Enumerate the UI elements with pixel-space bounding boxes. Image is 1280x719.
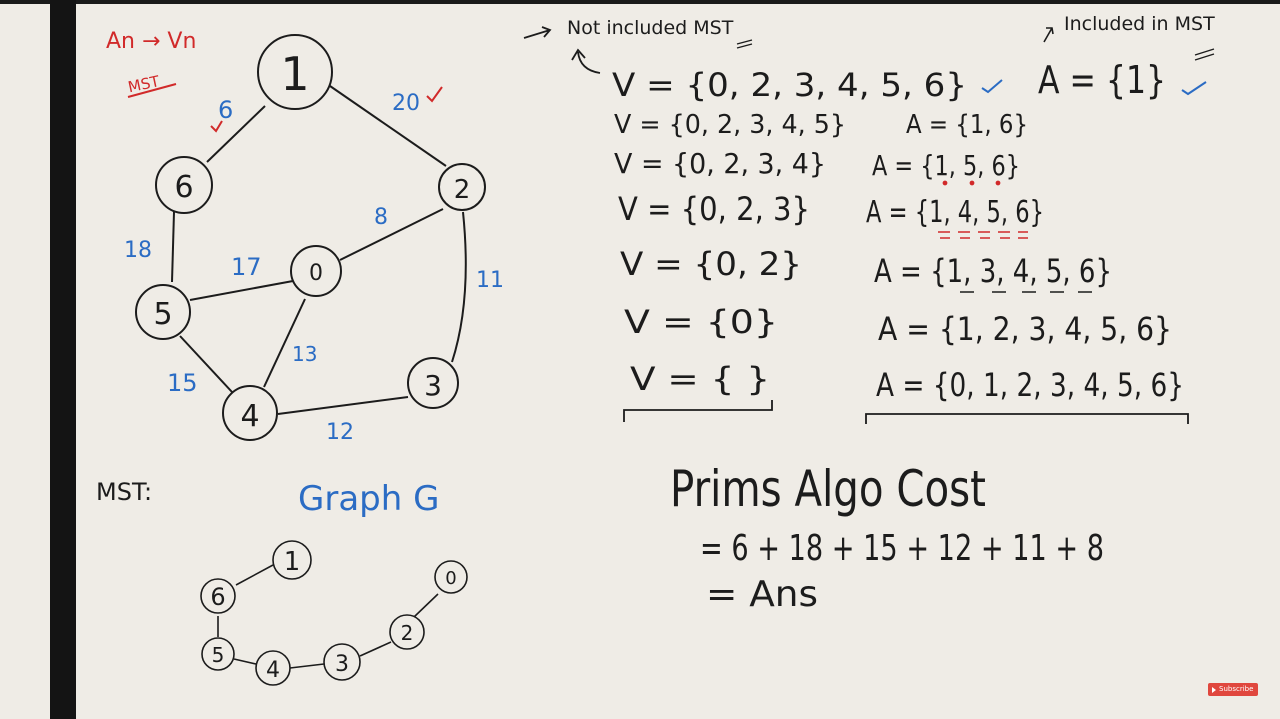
graph-node-label: 2: [454, 175, 471, 205]
weight-0-4: 13: [292, 342, 317, 366]
graph-node-label: 4: [240, 399, 259, 434]
cost-sum: = 6 + 18 + 15 + 12 + 11 + 8: [700, 528, 1104, 569]
weight-1-6: 6: [218, 96, 233, 124]
mst-node-0: 0: [434, 560, 468, 594]
graph-node-label: 5: [153, 297, 172, 332]
top-note-title: An → Vn: [106, 29, 196, 54]
graph-node-2: 2: [438, 163, 486, 211]
weight-5-0: 17: [231, 253, 262, 281]
mst-node-3: 3: [323, 643, 361, 681]
cost-answer: = Ans: [706, 574, 818, 615]
mst-node-4: 4: [255, 650, 291, 686]
weight-5-4: 15: [167, 369, 198, 397]
play-icon: [1212, 686, 1216, 693]
weight-2-0: 8: [374, 205, 388, 230]
graph-node-label: 1: [280, 47, 309, 101]
mst-node-5: 5: [201, 637, 235, 671]
a-set-row: A = {1, 3, 4, 5, 6}: [874, 252, 1112, 290]
graph-node-0: 0: [290, 245, 342, 297]
cost-title: Prims Algo Cost: [670, 460, 986, 518]
header-included-text: Included in MST: [1064, 13, 1215, 35]
a-set-row: A = {1, 5, 6}: [872, 149, 1020, 182]
mst-node-label: 2: [401, 621, 414, 645]
mst-node-label: 4: [266, 658, 280, 683]
weight-2-3: 11: [476, 268, 504, 293]
weight-1-2: 20: [392, 91, 420, 116]
v-set-row: V = {0, 2, 3}: [618, 190, 810, 228]
a-set-row: A = {0, 1, 2, 3, 4, 5, 6}: [876, 366, 1184, 404]
mst-label: MST:: [96, 478, 152, 506]
subscribe-button[interactable]: Subscribe: [1208, 683, 1258, 696]
graph-node-3: 3: [407, 357, 459, 409]
mst-node-label: 5: [212, 643, 225, 667]
graph-node-5: 5: [135, 284, 191, 340]
graph-title: Graph G: [298, 479, 439, 519]
mst-node-label: 1: [284, 547, 301, 577]
v-set-row: V = { }: [630, 360, 770, 398]
mst-node-2: 2: [389, 614, 425, 650]
v-set-row: V = {0, 2, 3, 4}: [614, 147, 826, 180]
mst-node-label: 6: [210, 583, 225, 611]
a-set-row: A = {1, 4, 5, 6}: [866, 195, 1044, 230]
graph-node-4: 4: [222, 385, 278, 441]
weight-4-3: 12: [326, 420, 354, 445]
v-set-row: V = {0}: [624, 303, 778, 341]
a-set-row: A = {1}: [1038, 58, 1166, 102]
graph-node-label: 3: [424, 369, 442, 402]
header-not-included-text: Not included MST: [567, 17, 734, 39]
mst-node-label: 3: [335, 652, 349, 677]
subscribe-label: Subscribe: [1219, 685, 1254, 693]
graph-node-6: 6: [155, 156, 213, 214]
graph-node-label: 6: [174, 170, 193, 205]
v-set-row: V = {0, 2, 3, 4, 5}: [614, 110, 846, 140]
mst-node-label: 0: [445, 568, 456, 589]
left-bar: [50, 0, 76, 719]
a-set-row: A = {1, 6}: [906, 110, 1028, 140]
graph-node-label: 0: [309, 261, 323, 286]
v-set-row: V = {0, 2}: [620, 245, 802, 283]
top-edge: [0, 0, 1280, 4]
a-set-row: A = {1, 2, 3, 4, 5, 6}: [878, 310, 1172, 348]
v-set-row: V = {0, 2, 3, 4, 5, 6}: [612, 66, 967, 104]
graph-node-1: 1: [257, 34, 333, 110]
mst-node-6: 6: [200, 578, 236, 614]
mst-node-1: 1: [272, 540, 312, 580]
whiteboard: An → Vn MST 1 6 2 0 5 4 3 6 20 18 8 17 1…: [0, 0, 1280, 719]
weight-6-5: 18: [124, 238, 152, 263]
